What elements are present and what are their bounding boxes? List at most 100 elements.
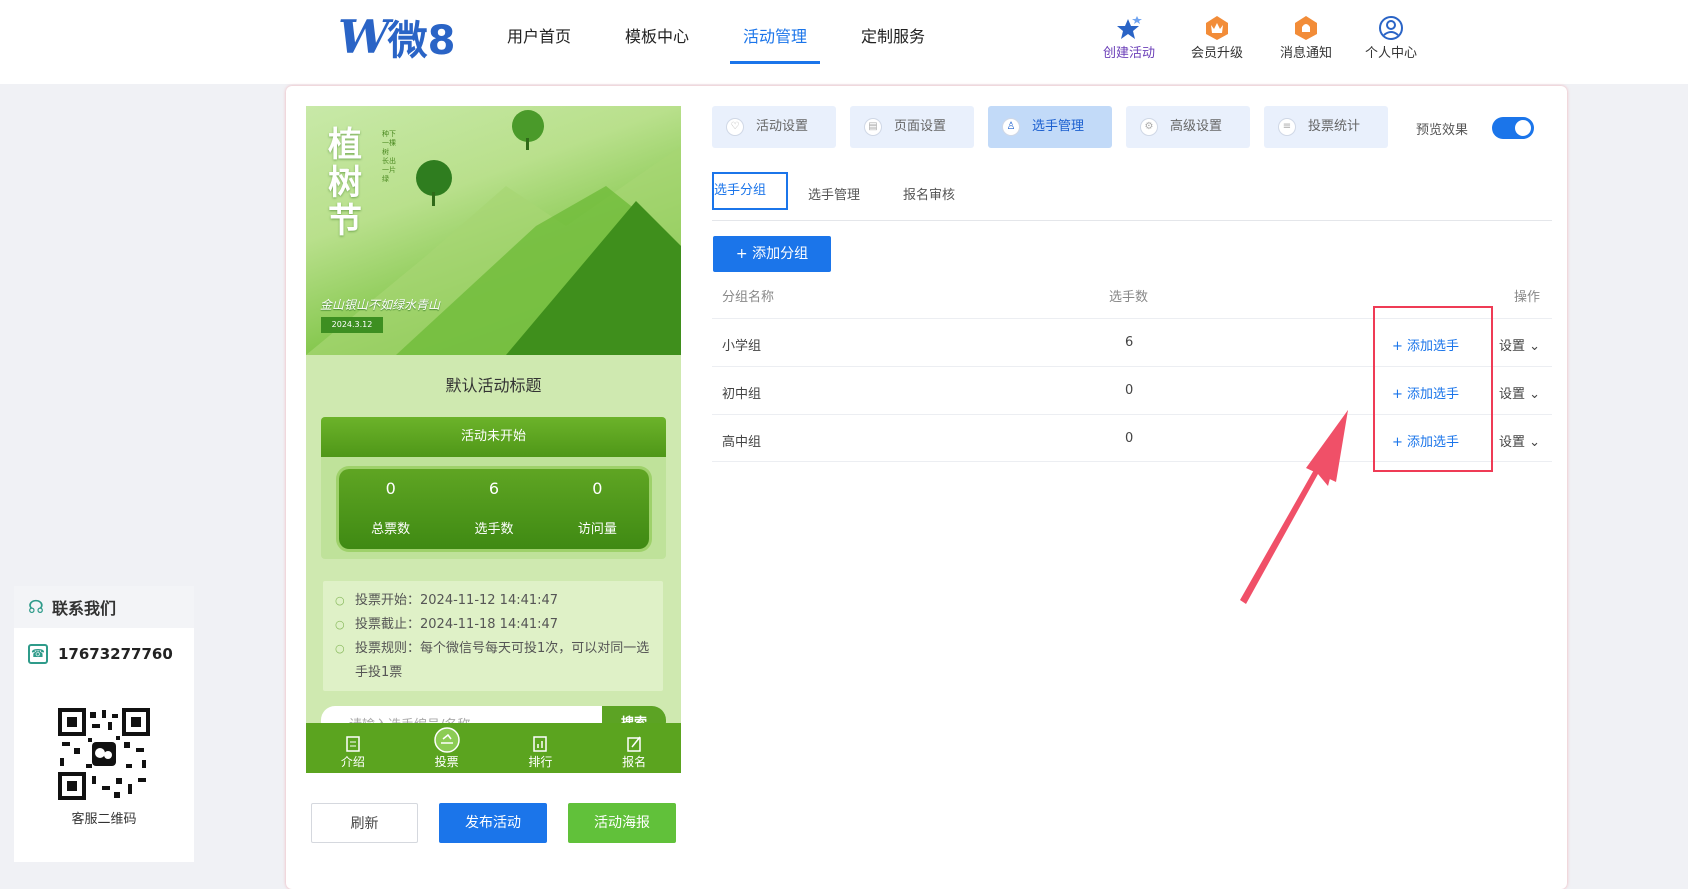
tab-label: 介绍 xyxy=(340,755,365,769)
activity-title: 默认活动标题 xyxy=(445,376,542,395)
chart-icon xyxy=(533,736,548,752)
headset-icon: ☊ xyxy=(28,596,44,618)
subtab-divider xyxy=(712,220,1552,221)
hero-date: 2024.3.12 xyxy=(321,317,383,333)
hero-vertical-text: 种下一棵树 长出一片绿 xyxy=(382,130,396,183)
settings-label: 设置 xyxy=(1499,339,1526,354)
member-upgrade-link[interactable]: 会员升级 xyxy=(1172,14,1262,61)
subtab-groups[interactable]: 选手分组 xyxy=(712,172,788,210)
tab-page-settings[interactable]: ▤ 页面设置 xyxy=(850,106,974,148)
user-icon: ♙ xyxy=(1002,118,1020,136)
vote-icon xyxy=(433,727,460,753)
edit-icon xyxy=(627,736,641,752)
settings-dropdown[interactable]: 设置 ⌄ xyxy=(1499,431,1540,450)
document-icon xyxy=(346,736,360,752)
tab-contestant-manage[interactable]: ♙ 选手管理 xyxy=(988,106,1112,148)
annotation-arrow xyxy=(1240,410,1348,604)
tab-intro[interactable]: 介绍 xyxy=(323,723,383,773)
shield-icon: ♡ xyxy=(726,118,744,136)
group-count: 0 xyxy=(1125,431,1134,446)
stat-label: 访问量 xyxy=(577,522,617,537)
logo-text: 微8 xyxy=(387,18,456,64)
phone-icon: ☎ xyxy=(28,644,48,664)
hero-title: 植树节 xyxy=(328,125,362,241)
refresh-button[interactable]: 刷新 xyxy=(311,803,418,843)
nav-item-templates[interactable]: 模板中心 xyxy=(598,0,716,64)
create-activity-label: 创建活动 xyxy=(1102,46,1155,61)
logo[interactable]: W 微8 xyxy=(338,10,456,64)
chevron-down-icon: ⌄ xyxy=(1529,435,1541,450)
preview-toggle-label: 预览效果 xyxy=(1416,123,1469,138)
member-upgrade-label: 会员升级 xyxy=(1190,46,1243,61)
subtab-contestants[interactable]: 选手管理 xyxy=(808,184,860,203)
tab-vote[interactable]: 投票 xyxy=(417,723,477,773)
col-actions: 操作 xyxy=(1514,290,1541,305)
settings-dropdown[interactable]: 设置 ⌄ xyxy=(1499,383,1540,402)
bell-badge-icon xyxy=(1293,14,1319,42)
group-name: 小学组 xyxy=(722,339,762,354)
hero-banner: 植树节 种下一棵树 长出一片绿 金山银山不如绿水青山 2024.3.12 xyxy=(306,106,681,355)
vote-info: 投票开始：2024-11-12 14:41:47 投票截止：2024-11-18… xyxy=(323,581,663,691)
preview-toggle[interactable] xyxy=(1492,117,1534,139)
activity-status: 活动未开始 xyxy=(321,417,666,457)
tab-signup[interactable]: 报名 xyxy=(604,723,664,773)
col-group-name: 分组名称 xyxy=(722,290,775,305)
stat-value: 6 xyxy=(488,479,500,498)
tab-activity-settings[interactable]: ♡ 活动设置 xyxy=(712,106,836,148)
poster-button[interactable]: 活动海报 xyxy=(568,803,676,843)
qr-code xyxy=(58,708,150,800)
stat-contestants: 6 选手数 xyxy=(474,469,513,549)
contact-title: 联系我们 xyxy=(52,599,117,618)
settings-icon: ⚙ xyxy=(1140,118,1158,136)
nav-item-activity-manage[interactable]: 活动管理 xyxy=(716,0,834,64)
tab-label: 投票 xyxy=(434,755,459,769)
crown-badge-icon xyxy=(1204,14,1230,42)
list-icon: ≡ xyxy=(1278,118,1296,136)
col-contestant-count: 选手数 xyxy=(1109,290,1149,305)
profile-label: 个人中心 xyxy=(1364,46,1417,61)
nav-item-custom-service[interactable]: 定制服务 xyxy=(834,0,952,64)
settings-dropdown[interactable]: 设置 ⌄ xyxy=(1499,335,1540,354)
phone-number: 17673277760 xyxy=(58,645,173,663)
create-activity-link[interactable]: 创建活动 xyxy=(1084,14,1174,61)
layout-icon: ▤ xyxy=(864,118,882,136)
main-nav: 用户首页 模板中心 活动管理 定制服务 xyxy=(480,0,952,64)
top-bar: W 微8 用户首页 模板中心 活动管理 定制服务 创建活动 会员升级 消息通知 … xyxy=(0,0,1688,84)
tab-label: 投票统计 xyxy=(1308,119,1361,134)
hero-slogan: 金山银山不如绿水青山 xyxy=(320,298,441,312)
stars-icon xyxy=(1114,14,1144,42)
group-name: 初中组 xyxy=(722,387,762,402)
notifications-link[interactable]: 消息通知 xyxy=(1261,14,1351,61)
group-name: 高中组 xyxy=(722,435,762,450)
subtab-review[interactable]: 报名审核 xyxy=(903,184,955,203)
stat-visits: 0 访问量 xyxy=(578,469,617,549)
tab-label: 高级设置 xyxy=(1170,119,1223,134)
user-circle-icon xyxy=(1378,14,1404,42)
stat-label: 总票数 xyxy=(371,522,411,537)
nav-item-home[interactable]: 用户首页 xyxy=(480,0,598,64)
profile-link[interactable]: 个人中心 xyxy=(1346,14,1436,61)
tab-ranking[interactable]: 排行 xyxy=(510,723,570,773)
notifications-label: 消息通知 xyxy=(1279,46,1332,61)
contact-phone: ☎ 17673277760 xyxy=(14,628,194,680)
tab-label: 页面设置 xyxy=(894,119,947,134)
highlight-box xyxy=(1373,306,1493,472)
stats-panel: 活动未开始 0 总票数 6 选手数 0 访问量 xyxy=(321,417,666,559)
vote-start: 投票开始：2024-11-12 14:41:47 xyxy=(335,589,651,613)
tab-vote-stats[interactable]: ≡ 投票统计 xyxy=(1264,106,1388,148)
group-count: 0 xyxy=(1125,383,1134,398)
group-count: 6 xyxy=(1125,335,1134,350)
tab-advanced-settings[interactable]: ⚙ 高级设置 xyxy=(1126,106,1250,148)
tab-label: 选手管理 xyxy=(1032,119,1085,134)
stat-label: 选手数 xyxy=(474,522,514,537)
contact-header: ☊ 联系我们 xyxy=(14,586,194,628)
add-group-button[interactable]: + 添加分组 xyxy=(713,236,831,272)
publish-button[interactable]: 发布活动 xyxy=(439,803,547,843)
tab-label: 排行 xyxy=(528,755,553,769)
contact-panel: ☊ 联系我们 ☎ 17673277760 客服二维码 xyxy=(14,586,194,862)
qr-caption: 客服二维码 xyxy=(71,812,137,827)
vote-rule: 投票规则：每个微信号每天可投1次，可以对同一选手投1票 xyxy=(335,637,651,685)
chevron-down-icon: ⌄ xyxy=(1529,339,1541,354)
vote-end: 投票截止：2024-11-18 14:41:47 xyxy=(335,613,651,637)
tab-label: 活动设置 xyxy=(756,119,809,134)
